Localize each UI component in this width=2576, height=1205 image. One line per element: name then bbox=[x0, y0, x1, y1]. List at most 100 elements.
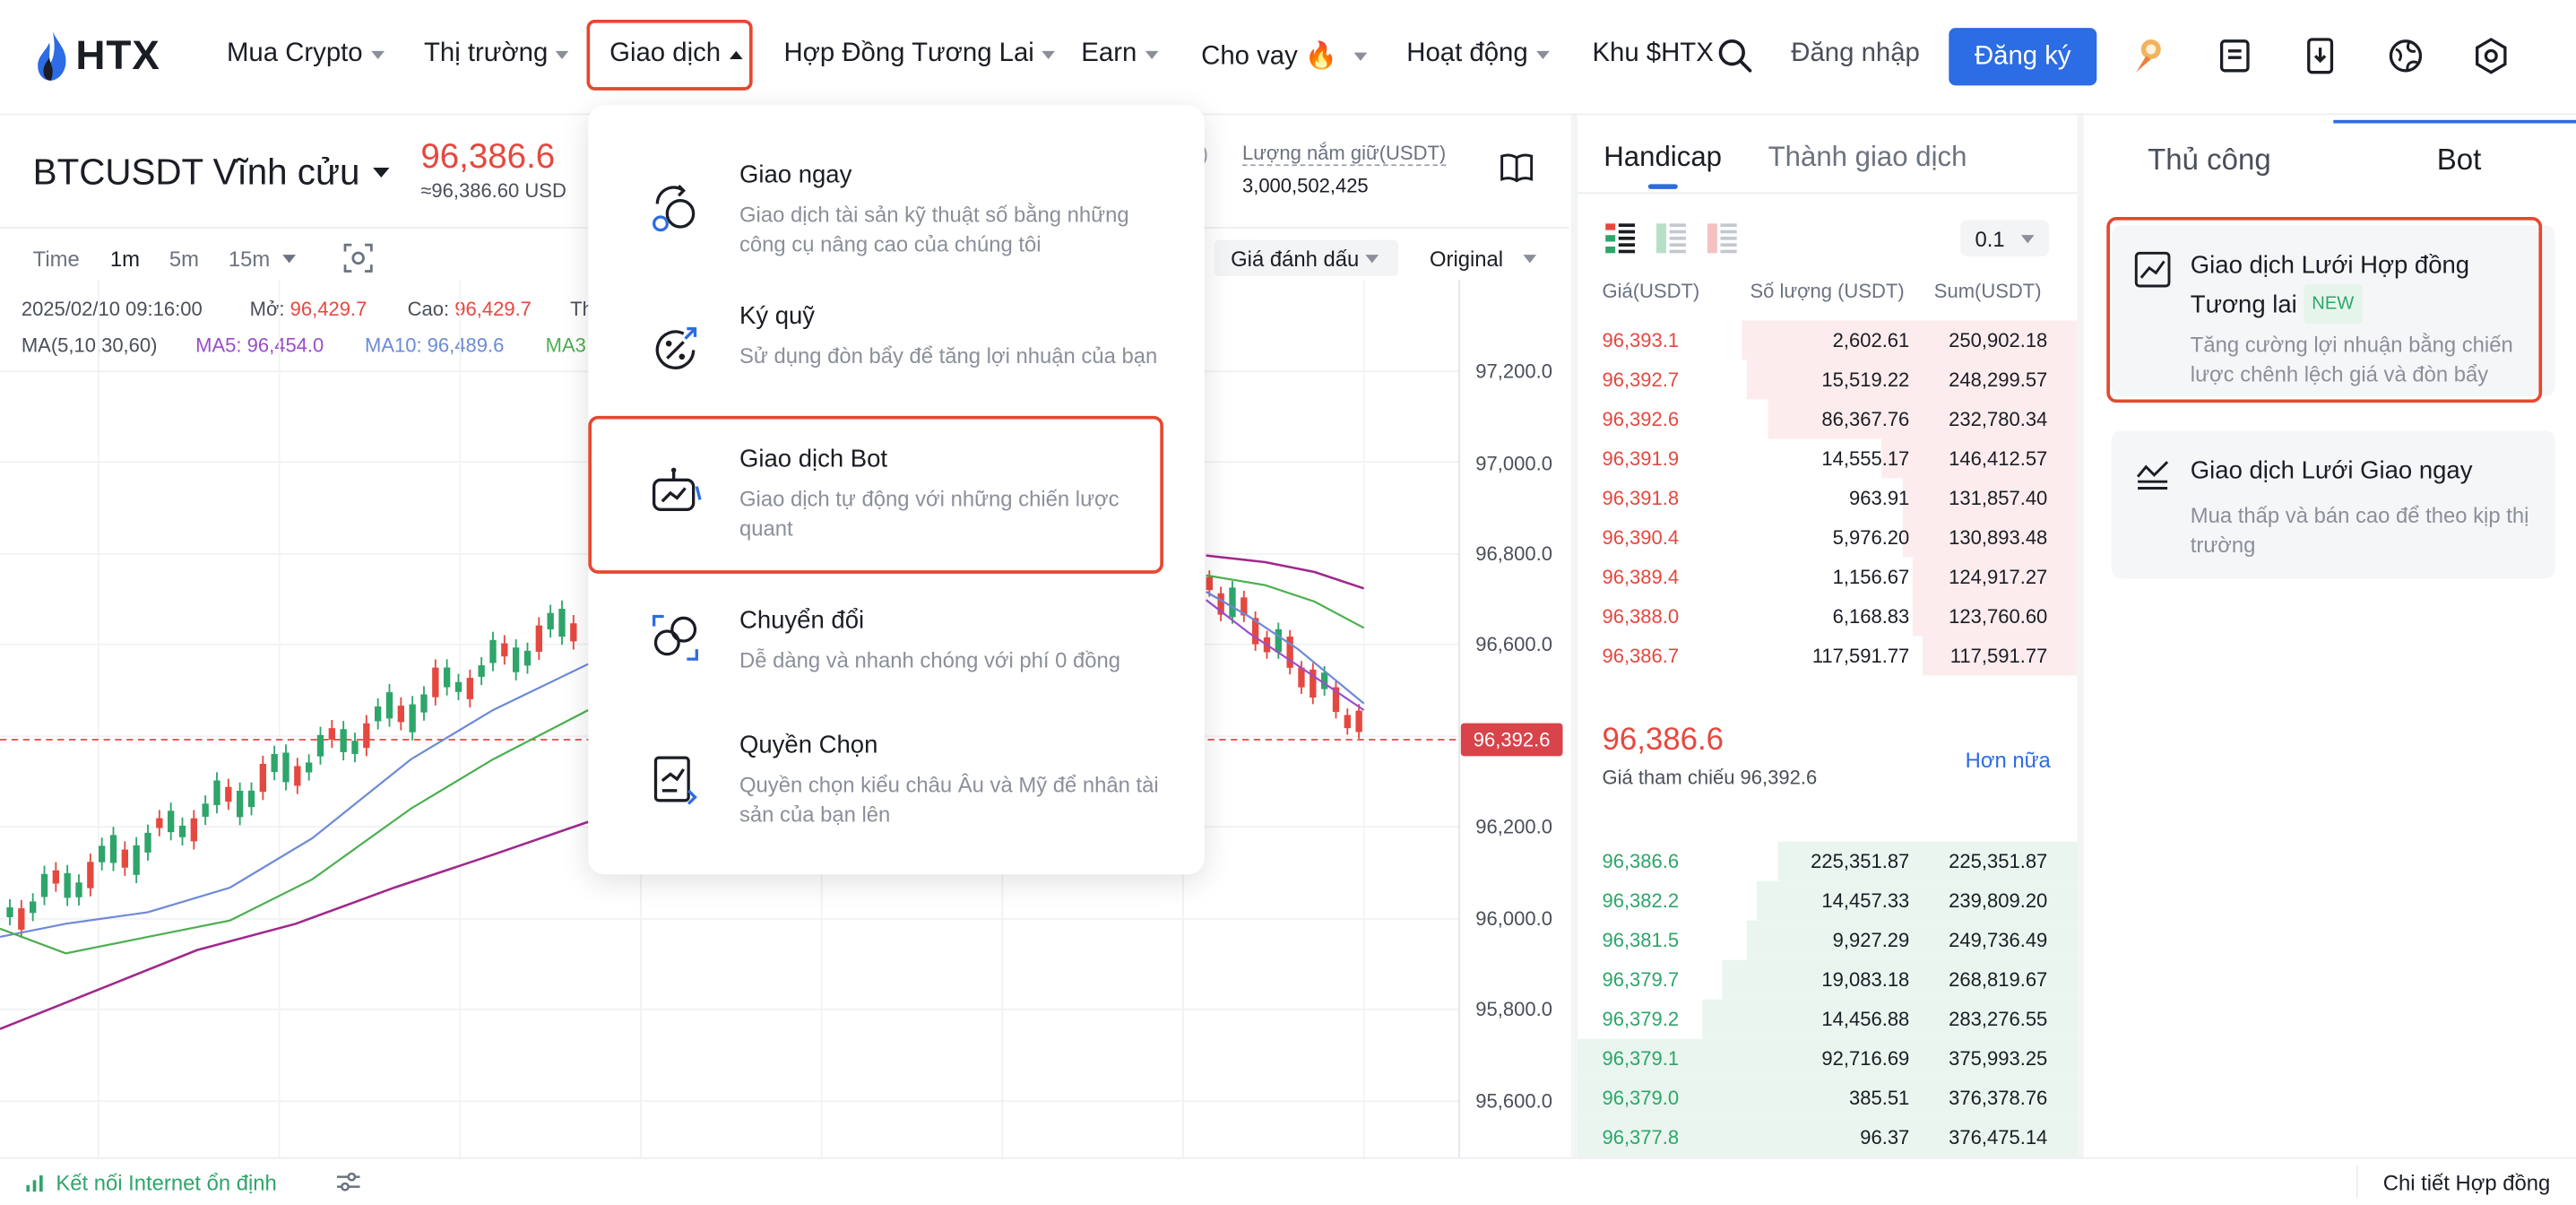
y-tick: 96,800.0 bbox=[1475, 542, 1552, 566]
candle bbox=[305, 762, 313, 773]
candle bbox=[213, 780, 220, 805]
spot-grid-card[interactable]: Giao dịch Lưới Giao ngay Mua thấp và bán… bbox=[2111, 430, 2555, 579]
candle bbox=[1275, 629, 1282, 653]
download-icon[interactable] bbox=[2301, 36, 2340, 75]
language-icon[interactable] bbox=[2386, 36, 2425, 75]
nav-label: Khu $HTX bbox=[1592, 39, 1714, 68]
promo-icon[interactable] bbox=[2130, 36, 2169, 75]
nav-earn[interactable]: Earn bbox=[1081, 39, 1159, 69]
menu-item-spot[interactable]: Giao ngay Giao dịch tài sản kỹ thuật số … bbox=[588, 148, 1204, 263]
more-link[interactable]: Hơn nữa bbox=[1966, 748, 2051, 772]
symbol-selector[interactable]: BTCUSDT Vĩnh cửu bbox=[33, 152, 390, 195]
divider bbox=[2356, 1165, 2358, 1199]
orderbook-row[interactable]: 96,379.1 92,716.69 375,993.25 bbox=[1577, 1038, 2078, 1079]
cell-sum: 124,917.27 bbox=[1949, 565, 2048, 589]
nav-loans[interactable]: Cho vay 🔥 bbox=[1201, 39, 1368, 73]
candle bbox=[271, 753, 278, 773]
panel-divider bbox=[2077, 115, 2084, 1161]
orderbook-row[interactable]: 96,390.4 5,976.20 130,893.48 bbox=[1578, 517, 2078, 558]
orderbook-row[interactable]: 96,388.0 6,168.83 123,760.60 bbox=[1578, 596, 2078, 637]
candle bbox=[64, 872, 71, 898]
menu-item-desc: Dễ dàng và nhanh chóng với phí 0 đồng bbox=[739, 647, 1121, 672]
candle bbox=[18, 908, 25, 930]
tab-bot[interactable]: Bot bbox=[2437, 143, 2482, 177]
chevron-down-icon bbox=[373, 167, 390, 178]
cell-sum: 225,351.87 bbox=[1949, 849, 2048, 873]
mark-price-select[interactable]: Giá đánh dấu bbox=[1231, 247, 1379, 271]
nav-futures[interactable]: Hợp Đồng Tương Lai bbox=[783, 39, 1056, 69]
symbol-name: BTCUSDT Vĩnh cửu bbox=[32, 151, 360, 193]
orderbook-row[interactable]: 96,379.2 14,456.88 283,276.55 bbox=[1578, 999, 2078, 1039]
filter-icon[interactable] bbox=[336, 1172, 360, 1192]
candle bbox=[109, 835, 117, 863]
orderbook-row[interactable]: 96,379.7 19,083.18 268,819.67 bbox=[1578, 959, 2078, 1000]
menu-item-convert[interactable]: Chuyển đổi Dễ dàng và nhanh chóng với ph… bbox=[588, 590, 1204, 672]
signup-button[interactable]: Đăng ký bbox=[1949, 28, 2097, 86]
cell-sum: 248,299.57 bbox=[1949, 368, 2048, 392]
htx-logo[interactable]: HTX bbox=[36, 26, 160, 85]
chevron-down-icon bbox=[1042, 49, 1056, 59]
spot-trade-icon bbox=[653, 184, 696, 232]
cell-price: 96,379.1 bbox=[1602, 1046, 1680, 1071]
cell-price: 96,392.7 bbox=[1602, 368, 1680, 392]
interval-1m[interactable]: 1m bbox=[110, 247, 140, 271]
candle bbox=[351, 741, 359, 754]
tab-handicap[interactable]: Handicap bbox=[1604, 142, 1722, 175]
orderbook-row[interactable]: 96,392.6 86,367.76 232,780.34 bbox=[1578, 399, 2078, 439]
cell-sum: 146,412.57 bbox=[1949, 446, 2048, 471]
contract-details-link[interactable]: Chi tiết Hợp đồng bbox=[2383, 1170, 2551, 1194]
highlight-box bbox=[2106, 216, 2543, 403]
candle bbox=[259, 764, 266, 793]
book-bids-icon[interactable] bbox=[1655, 221, 1686, 255]
menu-item-margin[interactable]: Ký quỹ Sử dụng đòn bẩy để tăng lợi nhuận… bbox=[588, 290, 1204, 404]
flame-logo-icon bbox=[38, 30, 66, 81]
orders-icon[interactable] bbox=[2215, 36, 2254, 75]
book-asks-icon[interactable] bbox=[1707, 221, 1737, 255]
book-both-icon[interactable] bbox=[1605, 221, 1636, 255]
candle bbox=[156, 818, 163, 828]
cell-amount: 225,351.87 bbox=[1811, 849, 1910, 873]
cell-price: 96,379.7 bbox=[1602, 967, 1680, 992]
interval-5m[interactable]: 5m bbox=[169, 247, 199, 271]
orderbook-row[interactable]: 96,386.6 225,351.87 225,351.87 bbox=[1578, 841, 2078, 881]
search-icon[interactable] bbox=[1716, 36, 1755, 75]
ma10-line bbox=[0, 663, 589, 939]
screenshot-icon[interactable] bbox=[343, 243, 373, 273]
open-interest-label: Lượng nắm giữ(USDT) bbox=[1241, 141, 1447, 167]
interval-label: 15m bbox=[228, 246, 271, 272]
cell-amount: 14,457.33 bbox=[1821, 889, 1910, 913]
chevron-down-icon bbox=[370, 49, 385, 59]
interval-15m[interactable]: 15m bbox=[229, 247, 297, 271]
cell-amount: 9,927.29 bbox=[1832, 928, 1910, 952]
orderbook-row[interactable]: 96,393.1 2,602.61 250,902.18 bbox=[1578, 320, 2078, 360]
orderbook-row[interactable]: 96,381.5 9,927.29 249,736.49 bbox=[1578, 920, 2078, 960]
nav-markets[interactable]: Thị trường bbox=[424, 39, 570, 69]
nav-htx-zone[interactable]: Khu $HTX bbox=[1592, 39, 1713, 69]
cell-amount: 14,456.88 bbox=[1821, 1007, 1910, 1031]
orderbook-row[interactable]: 96,391.9 14,555.17 146,412.57 bbox=[1578, 438, 2078, 479]
candle bbox=[558, 608, 566, 637]
precision-select[interactable]: 0.1 bbox=[1960, 220, 2050, 256]
tab-trades[interactable]: Thành giao dịch bbox=[1768, 142, 1967, 175]
login-link[interactable]: Đăng nhập bbox=[1791, 39, 1920, 69]
interval-time[interactable]: Time bbox=[33, 247, 80, 271]
settings-icon[interactable] bbox=[2471, 36, 2511, 75]
nav-activities[interactable]: Hoạt động bbox=[1406, 39, 1550, 69]
menu-item-options[interactable]: Quyền Chọn Quyền chọn kiểu châu Âu và Mỹ… bbox=[588, 718, 1204, 833]
orderbook-row[interactable]: 96,377.8 96.37 376,475.14 bbox=[1577, 1117, 2078, 1157]
nav-buy-crypto[interactable]: Mua Crypto bbox=[227, 39, 385, 69]
candle bbox=[409, 704, 416, 733]
cell-amount: 963.91 bbox=[1849, 486, 1910, 510]
nav-label: Cho vay 🔥 bbox=[1201, 42, 1338, 71]
tab-manual[interactable]: Thủ công bbox=[2148, 143, 2271, 177]
orderbook-row[interactable]: 96,391.8 963.91 131,857.40 bbox=[1578, 478, 2078, 518]
orderbook-row[interactable]: 96,392.7 15,519.22 248,299.57 bbox=[1578, 360, 2078, 400]
orderbook-row[interactable]: 96,386.7 117,591.77 117,591.77 bbox=[1578, 636, 2078, 676]
col-sum: Sum(USDT) bbox=[1933, 279, 2042, 303]
book-icon[interactable] bbox=[1499, 152, 1534, 185]
orderbook-row[interactable]: 96,382.2 14,457.33 239,809.20 bbox=[1578, 880, 2078, 921]
orderbook-row[interactable]: 96,379.0 385.51 376,378.76 bbox=[1577, 1078, 2078, 1118]
menu-item-desc: Quyền chọn kiểu châu Âu và Mỹ để nhân tà… bbox=[739, 772, 1159, 828]
orderbook-row[interactable]: 96,389.4 1,156.67 124,917.27 bbox=[1578, 557, 2078, 597]
view-select[interactable]: Original bbox=[1430, 247, 1536, 271]
